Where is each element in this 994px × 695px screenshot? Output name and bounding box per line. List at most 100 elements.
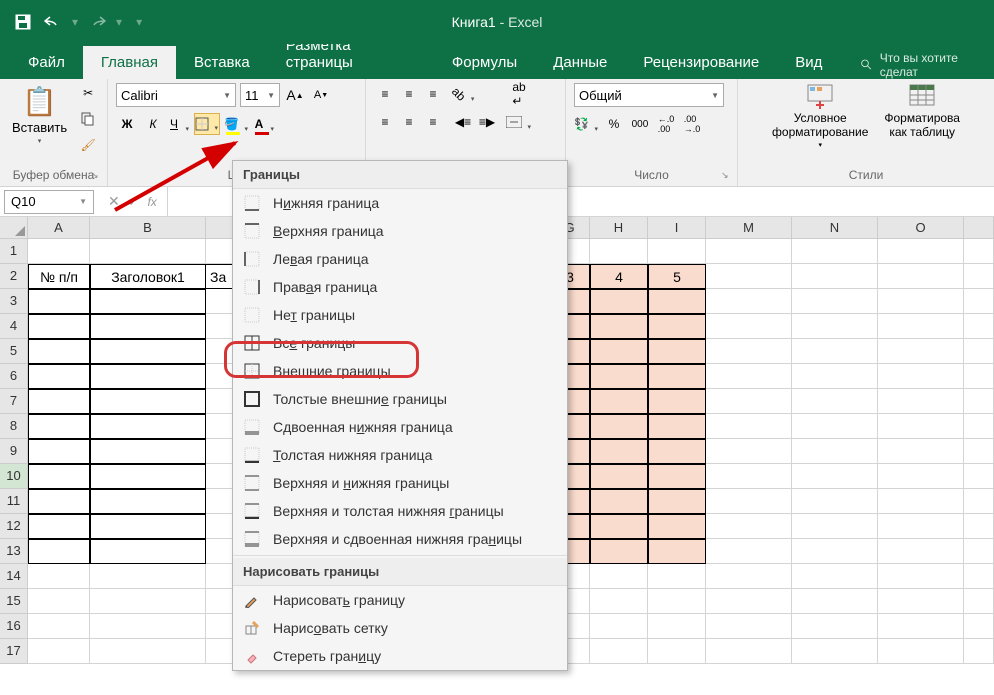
border-option[interactable]: Внешние границы <box>233 357 567 385</box>
cell[interactable] <box>90 389 206 414</box>
border-option[interactable]: Нижняя граница <box>233 189 567 217</box>
increase-indent-button[interactable]: ≡▶ <box>476 111 498 133</box>
draw-border-option[interactable]: Нарисовать сетку <box>233 614 567 642</box>
paste-button[interactable]: 📋 Вставить ▾ <box>8 83 71 147</box>
cell[interactable] <box>90 439 206 464</box>
cell[interactable] <box>706 539 792 564</box>
align-middle-button[interactable]: ≡ <box>398 83 420 105</box>
cell[interactable] <box>792 489 878 514</box>
cell[interactable] <box>90 464 206 489</box>
align-right-button[interactable]: ≡ <box>422 111 444 133</box>
cell[interactable] <box>706 239 792 264</box>
cell[interactable] <box>648 289 706 314</box>
cell[interactable] <box>964 239 994 264</box>
cell[interactable] <box>648 589 706 614</box>
clipboard-launcher[interactable]: ↘ <box>91 170 103 182</box>
cell[interactable] <box>28 489 90 514</box>
tab-home[interactable]: Главная <box>83 46 176 79</box>
cell[interactable] <box>878 389 964 414</box>
shrink-font-button[interactable]: A▼ <box>310 84 332 106</box>
cell[interactable] <box>706 314 792 339</box>
increase-decimal-button[interactable]: ←.0.00 <box>655 113 677 135</box>
tab-review[interactable]: Рецензирование <box>625 46 777 79</box>
undo-button[interactable] <box>40 9 66 35</box>
cell[interactable] <box>90 589 206 614</box>
row-header-14[interactable]: 14 <box>0 564 28 589</box>
cell[interactable] <box>648 464 706 489</box>
border-option[interactable]: Все границы <box>233 329 567 357</box>
format-as-table-button[interactable]: Форматирова как таблицу <box>884 83 960 150</box>
row-header-13[interactable]: 13 <box>0 539 28 564</box>
cell[interactable] <box>648 414 706 439</box>
col-header-B[interactable]: B <box>90 217 206 239</box>
number-format-combo[interactable]: Общий▼ <box>574 83 724 107</box>
cell[interactable] <box>648 614 706 639</box>
cell[interactable] <box>706 639 792 664</box>
cell[interactable] <box>964 589 994 614</box>
cell[interactable] <box>90 489 206 514</box>
cell[interactable] <box>590 439 648 464</box>
cell[interactable] <box>878 639 964 664</box>
cell[interactable] <box>590 514 648 539</box>
name-box[interactable]: Q10▼ <box>4 190 94 214</box>
italic-button[interactable]: К <box>142 113 164 135</box>
cell[interactable] <box>706 339 792 364</box>
cell[interactable] <box>28 514 90 539</box>
row-header-15[interactable]: 15 <box>0 589 28 614</box>
cell[interactable] <box>28 239 90 264</box>
cell[interactable] <box>964 514 994 539</box>
cell[interactable] <box>706 364 792 389</box>
cell[interactable] <box>648 364 706 389</box>
font-color-button[interactable]: A <box>253 113 275 135</box>
cell[interactable] <box>878 489 964 514</box>
number-launcher[interactable]: ↘ <box>721 170 733 182</box>
cell[interactable] <box>28 564 90 589</box>
cell[interactable] <box>964 464 994 489</box>
cell[interactable] <box>878 589 964 614</box>
cell[interactable]: № п/п <box>28 264 90 289</box>
cell[interactable] <box>706 514 792 539</box>
grow-font-button[interactable]: A▲ <box>284 84 306 106</box>
cell[interactable] <box>90 539 206 564</box>
cell[interactable] <box>648 539 706 564</box>
cell[interactable] <box>90 564 206 589</box>
cut-button[interactable]: ✂ <box>77 83 99 103</box>
cell[interactable] <box>28 364 90 389</box>
fill-color-button[interactable]: 🪣 <box>224 113 249 135</box>
col-header-N[interactable]: N <box>792 217 878 239</box>
border-option[interactable]: Верхняя и толстая нижняя границы <box>233 497 567 525</box>
row-header-16[interactable]: 16 <box>0 614 28 639</box>
underline-button[interactable]: Ч <box>168 113 190 135</box>
border-option[interactable]: Верхняя граница <box>233 217 567 245</box>
cell[interactable] <box>706 564 792 589</box>
cell[interactable] <box>706 289 792 314</box>
cell[interactable] <box>28 314 90 339</box>
orientation-button[interactable]: ab <box>452 83 475 105</box>
row-header-3[interactable]: 3 <box>0 289 28 314</box>
cell[interactable] <box>878 464 964 489</box>
cell[interactable] <box>590 239 648 264</box>
cell[interactable]: 4 <box>590 264 648 289</box>
row-header-12[interactable]: 12 <box>0 514 28 539</box>
cell[interactable] <box>878 614 964 639</box>
draw-border-option[interactable]: Нарисовать границу <box>233 586 567 614</box>
cell[interactable] <box>90 339 206 364</box>
border-option[interactable]: Правая граница <box>233 273 567 301</box>
cell[interactable] <box>792 539 878 564</box>
cell[interactable] <box>878 414 964 439</box>
cell[interactable] <box>792 339 878 364</box>
cell[interactable] <box>964 539 994 564</box>
cell[interactable] <box>648 439 706 464</box>
cell[interactable] <box>590 639 648 664</box>
cell[interactable] <box>590 564 648 589</box>
cell[interactable] <box>792 364 878 389</box>
cancel-formula-button[interactable]: ✕ <box>108 193 120 210</box>
cell[interactable] <box>964 314 994 339</box>
cell[interactable] <box>964 264 994 289</box>
border-option[interactable]: Верхняя и нижняя границы <box>233 469 567 497</box>
col-header-O[interactable]: O <box>878 217 964 239</box>
tab-data[interactable]: Данные <box>535 46 625 79</box>
cell[interactable] <box>878 314 964 339</box>
cell[interactable] <box>792 414 878 439</box>
cell[interactable] <box>964 439 994 464</box>
